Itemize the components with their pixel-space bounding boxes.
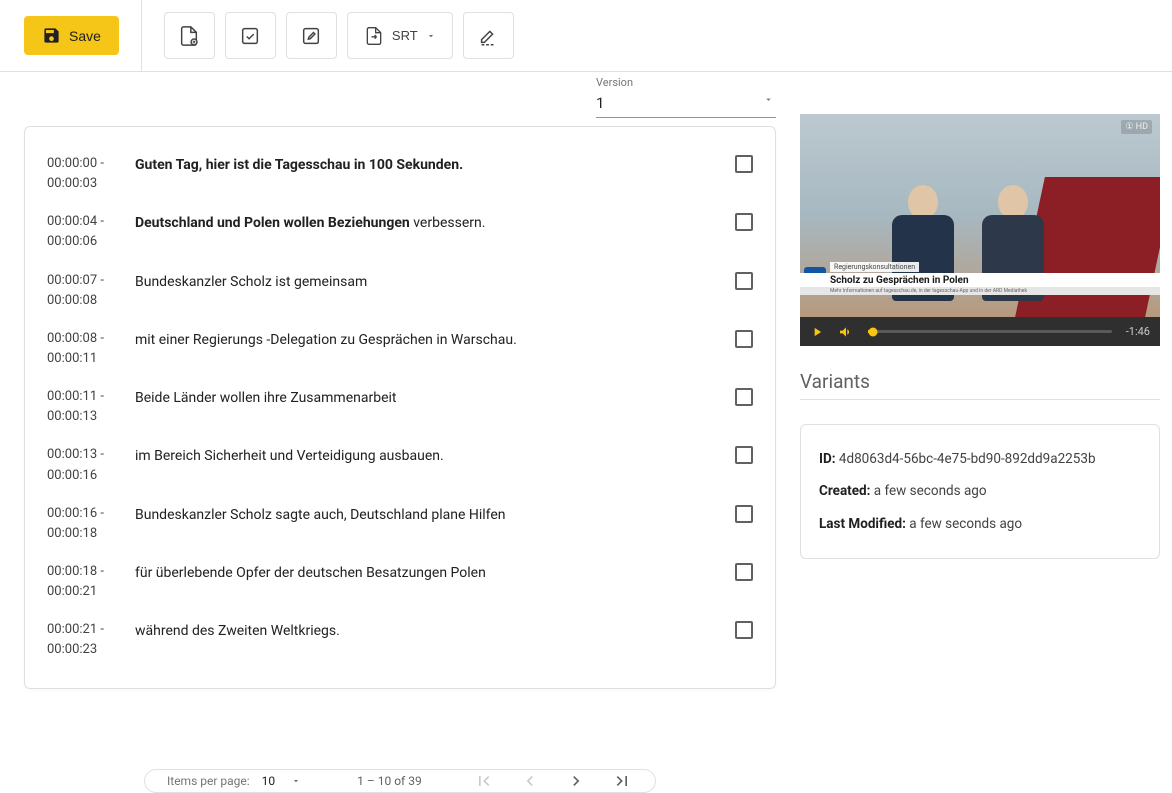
subtitle-row: 00:00:16 - 00:00:18 Bundeskanzler Scholz …	[47, 495, 753, 553]
chevron-down-icon	[426, 31, 436, 41]
lower-third-footer: Mehr Informationen auf tagesschau.de, in…	[800, 287, 1160, 295]
video-controls: -1:46	[800, 317, 1160, 346]
version-select-value: 1	[596, 91, 776, 118]
subtitle-row: 00:00:21 - 00:00:23 während des Zweiten W…	[47, 611, 753, 669]
checkbox-button[interactable]	[225, 12, 276, 59]
pencil-square-icon	[300, 25, 322, 47]
video-frame[interactable]: ① HD ① Regierungskonsultationen Scholz z…	[800, 114, 1160, 317]
items-per-page-select[interactable]: 10	[262, 774, 306, 788]
lower-third-pretitle: Regierungskonsultationen	[830, 262, 919, 272]
subtitle-timecode: 00:00:18 - 00:00:21	[47, 562, 117, 602]
subtitle-timecode: 00:00:07 - 00:00:08	[47, 271, 117, 311]
meta-id-label: ID:	[819, 451, 836, 467]
meta-created-value: a few seconds ago	[874, 483, 987, 499]
subtitle-timecode: 00:00:00 - 00:00:03	[47, 154, 117, 194]
subtitle-text[interactable]: während des Zweiten Weltkriegs.	[135, 620, 717, 641]
new-file-button[interactable]	[164, 12, 215, 59]
edit-button[interactable]	[286, 12, 337, 59]
seek-bar[interactable]	[868, 330, 1112, 333]
file-export-icon	[364, 26, 384, 46]
volume-button[interactable]	[838, 324, 854, 340]
export-format-label: SRT	[392, 28, 418, 43]
subtitle-timecode: 00:00:04 - 00:00:06	[47, 212, 117, 252]
meta-modified-value: a few seconds ago	[909, 516, 1022, 532]
subtitle-timecode: 00:00:13 - 00:00:16	[47, 445, 117, 485]
pagination-range: 1 – 10 of 39	[357, 774, 422, 788]
subtitle-row: 00:00:07 - 00:00:08 Bundeskanzler Scholz …	[47, 262, 753, 320]
subtitle-row: 00:00:13 - 00:00:16 im Bereich Sicherheit…	[47, 436, 753, 494]
variants-heading: Variants	[800, 370, 1160, 393]
subtitle-text[interactable]: Guten Tag, hier ist die Tagesschau in 10…	[135, 154, 717, 175]
chevron-down-icon	[291, 776, 301, 786]
pencil-underline-icon	[477, 25, 499, 47]
meta-id-value: 4d8063d4-56bc-4e75-bd90-892dd9a2253b	[839, 451, 1096, 467]
subtitle-row: 00:00:00 - 00:00:03 Guten Tag, hier ist d…	[47, 145, 753, 203]
time-remaining: -1:46	[1126, 325, 1150, 338]
subtitle-row: 00:00:18 - 00:00:21 für überlebende Opfer…	[47, 553, 753, 611]
toolbar: Save SRT	[0, 0, 1172, 72]
subtitle-row: 00:00:04 - 00:00:06 Deutschland und Polen…	[47, 203, 753, 261]
last-page-button[interactable]	[611, 770, 633, 792]
subtitle-text[interactable]: Deutschland und Polen wollen Beziehungen…	[135, 212, 717, 233]
items-per-page-label: Items per page:	[167, 774, 250, 788]
video-player: ① HD ① Regierungskonsultationen Scholz z…	[800, 114, 1160, 346]
save-button[interactable]: Save	[24, 16, 119, 55]
subtitle-checkbox[interactable]	[735, 563, 753, 581]
chevron-down-icon	[763, 94, 774, 105]
save-icon	[42, 26, 61, 45]
subtitle-text[interactable]: Beide Länder wollen ihre Zusammenarbeit	[135, 387, 717, 408]
subtitle-text[interactable]: im Bereich Sicherheit und Verteidigung a…	[135, 445, 717, 466]
meta-created-label: Created:	[819, 483, 870, 499]
subtitle-timecode: 00:00:21 - 00:00:23	[47, 620, 117, 660]
channel-badge: ① HD	[1121, 120, 1152, 134]
subtitle-timecode: 00:00:16 - 00:00:18	[47, 504, 117, 544]
play-button[interactable]	[810, 325, 824, 339]
export-dropdown[interactable]: SRT	[347, 12, 453, 59]
subtitle-checkbox[interactable]	[735, 155, 753, 173]
subtitle-timecode: 00:00:08 - 00:00:11	[47, 329, 117, 369]
toolbar-divider	[141, 0, 142, 71]
metadata-card: ID: 4d8063d4-56bc-4e75-bd90-892dd9a2253b…	[800, 424, 1160, 559]
subtitle-checkbox[interactable]	[735, 505, 753, 523]
subtitle-timecode: 00:00:11 - 00:00:13	[47, 387, 117, 427]
subtitle-checkbox[interactable]	[735, 621, 753, 639]
paginator: Items per page: 10 1 – 10 of 39	[144, 769, 656, 793]
subtitle-checkbox[interactable]	[735, 272, 753, 290]
save-button-label: Save	[69, 28, 101, 44]
next-page-button[interactable]	[565, 770, 587, 792]
subtitle-text[interactable]: für überlebende Opfer der deutschen Besa…	[135, 562, 717, 583]
first-page-button[interactable]	[473, 770, 495, 792]
subtitle-text[interactable]: Bundeskanzler Scholz ist gemeinsam	[135, 271, 717, 292]
file-add-icon	[178, 25, 200, 47]
checkbox-edit-icon	[239, 25, 261, 47]
prev-page-button[interactable]	[519, 770, 541, 792]
items-per-page-value: 10	[262, 774, 276, 788]
version-select[interactable]: Version 1	[596, 76, 776, 118]
subtitle-checkbox[interactable]	[735, 213, 753, 231]
sign-button[interactable]	[463, 12, 514, 59]
version-select-label: Version	[596, 76, 776, 89]
subtitle-checkbox[interactable]	[735, 330, 753, 348]
subtitle-row: 00:00:11 - 00:00:13 Beide Länder wollen i…	[47, 378, 753, 436]
variants-divider	[800, 399, 1160, 400]
meta-modified-label: Last Modified:	[819, 516, 906, 532]
subtitle-list-card: 00:00:00 - 00:00:03 Guten Tag, hier ist d…	[24, 126, 776, 689]
subtitle-checkbox[interactable]	[735, 446, 753, 464]
subtitle-row: 00:00:08 - 00:00:11 mit einer Regierungs …	[47, 320, 753, 378]
subtitle-text[interactable]: Bundeskanzler Scholz sagte auch, Deutsch…	[135, 504, 717, 525]
subtitle-checkbox[interactable]	[735, 388, 753, 406]
lower-third-title: Scholz zu Gesprächen in Polen	[800, 273, 1160, 287]
subtitle-text[interactable]: mit einer Regierungs -Delegation zu Gesp…	[135, 329, 717, 350]
